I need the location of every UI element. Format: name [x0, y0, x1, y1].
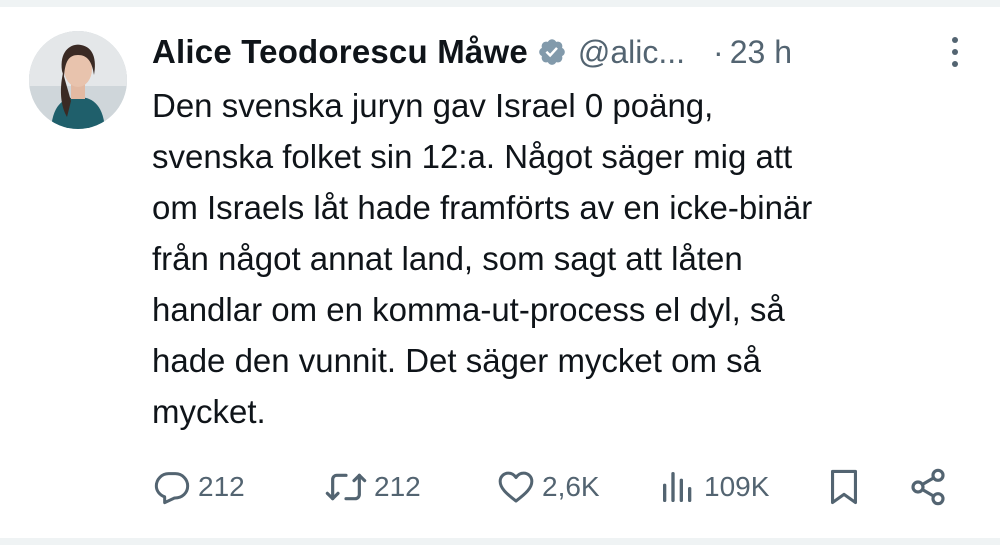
reply-icon	[154, 472, 190, 505]
like-count: 2,6K	[542, 471, 600, 502]
author-name[interactable]: Alice Teodorescu Måwe	[152, 33, 528, 71]
action-bar: 212 212 2,6K 109K	[152, 462, 952, 512]
reply-count: 212	[198, 471, 245, 502]
separator-dot: ·	[713, 33, 724, 70]
more-vertical-icon[interactable]	[948, 34, 962, 70]
reply-button[interactable]: 212	[152, 462, 245, 512]
verified-badge-icon[interactable]	[537, 37, 567, 67]
heart-icon	[498, 471, 534, 503]
tweet-text-line: från något annat land, som sagt att låte…	[152, 240, 743, 277]
tweet-text-line: Den svenska juryn gav Israel 0 poäng,	[152, 87, 714, 124]
avatar[interactable]	[29, 31, 127, 129]
views-icon	[663, 472, 692, 502]
tweet-header: Alice Teodorescu Måwe @alic... · 23 h	[152, 30, 972, 74]
bookmark-icon	[830, 469, 858, 505]
repost-count: 212	[374, 471, 421, 502]
tweet-text-line: om Israels låt hade framförts av en icke…	[152, 189, 813, 226]
top-divider	[0, 0, 1000, 7]
share-icon	[911, 468, 945, 506]
timestamp[interactable]: 23 h	[730, 34, 792, 71]
tweet-text-line: handlar om en komma-ut-process el dyl, s…	[152, 291, 785, 328]
tweet-text-line: hade den vunnit. Det säger mycket om så	[152, 342, 761, 379]
views-count: 109K	[704, 471, 770, 502]
author-handle[interactable]: @alic...	[578, 34, 685, 71]
views-button[interactable]: 109K	[658, 462, 769, 512]
tweet-text: Den svenska juryn gav Israel 0 poäng, sv…	[152, 80, 982, 437]
like-button[interactable]: 2,6K	[496, 462, 600, 512]
share-button[interactable]	[908, 462, 948, 512]
repost-icon	[325, 473, 367, 501]
bottom-divider	[0, 538, 1000, 545]
tweet-text-line: svenska folket sin 12:a. Något säger mig…	[152, 138, 793, 175]
tweet-text-line: mycket.	[152, 393, 266, 430]
bookmark-button[interactable]	[826, 462, 862, 512]
repost-button[interactable]: 212	[324, 462, 421, 512]
